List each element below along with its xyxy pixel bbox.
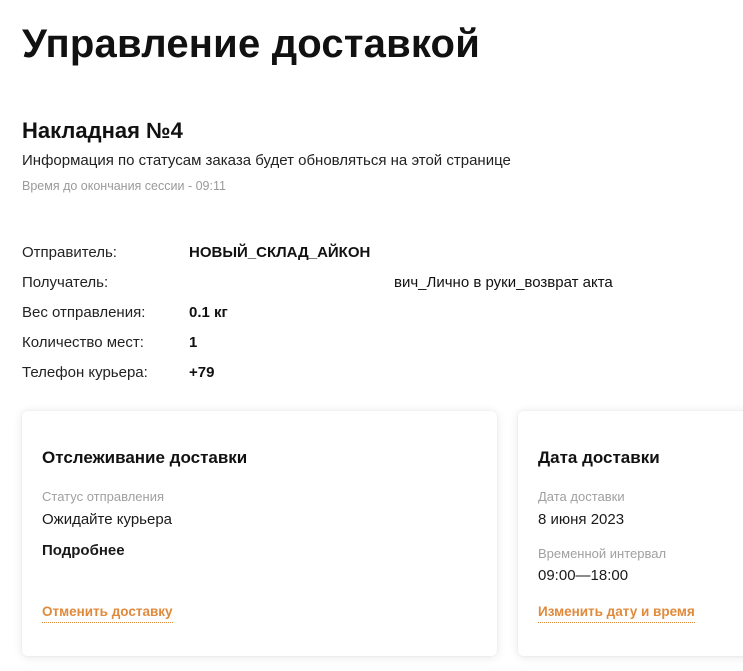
detail-row-sender: Отправитель: НОВЫЙ_СКЛАД_АЙКОН [22, 244, 722, 274]
time-interval-value: 09:00—18:00 [538, 567, 629, 584]
change-date-time-link[interactable]: Изменить дату и время [538, 604, 695, 623]
places-value: 1 [189, 334, 198, 351]
session-timer: Время до окончания сессии - 09:11 [22, 179, 226, 193]
weight-value: 0.1 кг [189, 304, 228, 321]
invoice-info-text: Информация по статусам заказа будет обно… [22, 152, 511, 169]
delivery-date-card: Дата доставки Дата доставки 8 июня 2023 … [518, 411, 743, 656]
delivery-management-page: Управление доставкой Накладная №4 Информ… [0, 0, 743, 671]
places-label: Количество мест: [22, 334, 144, 351]
status-value: Ожидайте курьера [42, 511, 173, 528]
detail-row-weight: Вес отправления: 0.1 кг [22, 304, 722, 334]
more-details-link[interactable]: Подробнее [42, 542, 125, 559]
tracking-card: Отслеживание доставки Статус отправления… [22, 411, 497, 656]
sender-value: НОВЫЙ_СКЛАД_АЙКОН [189, 244, 371, 261]
detail-row-phone: Телефон курьера: +79 [22, 364, 722, 394]
detail-row-recipient: Получатель: вич_Лично в руки_возврат акт… [22, 274, 722, 304]
time-interval-label: Временной интервал [538, 546, 667, 561]
tracking-card-title: Отслеживание доставки [42, 448, 248, 467]
shipment-details: Отправитель: НОВЫЙ_СКЛАД_АЙКОН Получател… [22, 244, 722, 394]
detail-row-places: Количество мест: 1 [22, 334, 722, 364]
delivery-date-card-title: Дата доставки [538, 448, 660, 467]
courier-phone-value: +79 [189, 364, 215, 381]
cancel-delivery-link[interactable]: Отменить доставку [42, 604, 173, 623]
recipient-value: вич_Лично в руки_возврат акта [394, 274, 613, 291]
invoice-title: Накладная №4 [22, 118, 183, 143]
delivery-date-value: 8 июня 2023 [538, 511, 625, 528]
status-label: Статус отправления [42, 489, 165, 504]
weight-label: Вес отправления: [22, 304, 146, 321]
sender-label: Отправитель: [22, 244, 117, 261]
page-title: Управление доставкой [22, 22, 480, 66]
delivery-date-label: Дата доставки [538, 489, 625, 504]
courier-phone-label: Телефон курьера: [22, 364, 148, 381]
recipient-label: Получатель: [22, 274, 109, 291]
